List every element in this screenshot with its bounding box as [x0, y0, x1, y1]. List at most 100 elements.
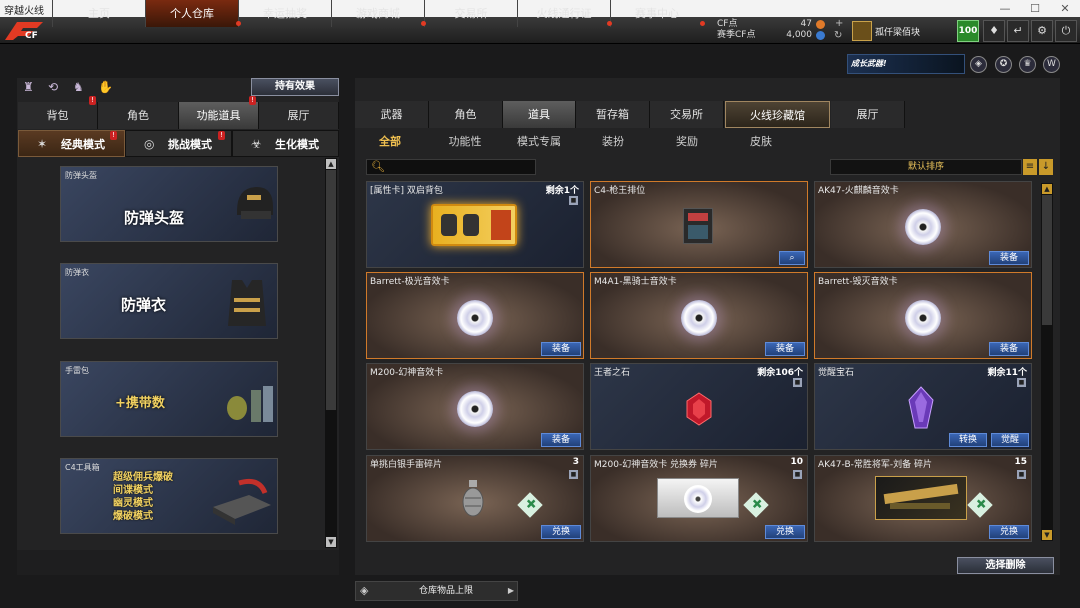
notification-dot: [607, 21, 612, 26]
nav-tab-exchange[interactable]: 交易所: [424, 0, 517, 27]
voucher-ticket-icon: [657, 478, 739, 518]
scroll-up-arrow-icon[interactable]: ▲: [1042, 184, 1052, 194]
tab-items[interactable]: 道具: [503, 101, 576, 128]
refresh-icon[interactable]: ↻: [834, 30, 842, 41]
pose-icon[interactable]: ♞: [73, 80, 87, 94]
cf-points-label: CF点: [717, 19, 738, 29]
chevron-right-icon: ▶: [507, 586, 514, 595]
tab-showroom[interactable]: 展厅: [259, 102, 339, 129]
subtab-cosmetic[interactable]: 装扮: [580, 131, 646, 153]
select-delete-button[interactable]: 选择删除: [957, 557, 1054, 574]
maximize-button[interactable]: ☐: [1020, 0, 1050, 17]
item-name: C4-枪王排位: [594, 186, 646, 196]
mode-challenge[interactable]: ◎ 挑战模式: [125, 130, 232, 157]
gear-icon[interactable]: ⚙: [1031, 20, 1053, 42]
minimize-button[interactable]: —: [990, 0, 1020, 17]
power-icon[interactable]: ⏻: [1055, 20, 1077, 42]
sort-select[interactable]: 默认排序: [830, 159, 1022, 175]
scroll-thumb[interactable]: [326, 170, 336, 410]
tab-gallery[interactable]: 展厅: [831, 101, 905, 128]
item-card[interactable]: Barrett-极光音效卡 装备: [366, 272, 584, 359]
item-card[interactable]: M200-幻神音效卡 兑换券 碎片 10 ■ ✚ 兑换: [590, 455, 808, 542]
function-card-grenade-pack[interactable]: 手雷包 +携带数: [60, 361, 278, 437]
search-input[interactable]: 🔍︎: [366, 159, 536, 175]
storage-limit-bar[interactable]: ◈ 仓库物品上限 ▶: [355, 581, 518, 601]
item-card[interactable]: C4-枪王排位 ⌕: [590, 181, 808, 268]
c4-bomb-icon: [683, 208, 713, 244]
event-points-label: 赛季CF点: [717, 30, 756, 40]
item-card[interactable]: Barrett-毁灭音效卡 装备: [814, 272, 1032, 359]
scroll-thumb[interactable]: [1042, 195, 1052, 325]
awaken-button[interactable]: 觉醒: [991, 433, 1029, 447]
subtab-skin[interactable]: 皮肤: [728, 131, 794, 153]
character-icon[interactable]: ♜: [23, 80, 37, 94]
subtab-mode-exclusive[interactable]: 模式专属: [506, 131, 572, 153]
return-icon[interactable]: ↵: [1007, 20, 1029, 42]
subtab-reward[interactable]: 奖励: [654, 131, 720, 153]
nav-tab-home[interactable]: 主页: [52, 0, 145, 27]
nav-tab-battle-pass[interactable]: 火线通行证: [517, 0, 610, 27]
tab-backpack[interactable]: 背包: [18, 102, 98, 129]
subtab-all[interactable]: 全部: [357, 131, 423, 153]
mode-classic[interactable]: ✶ 经典模式: [18, 130, 125, 157]
close-window-button[interactable]: ✕: [1050, 0, 1080, 17]
function-card-vest[interactable]: 防弹衣 防弹衣: [60, 263, 278, 339]
tab-roles[interactable]: 角色: [429, 101, 503, 128]
hand-icon[interactable]: ✋: [98, 80, 113, 94]
nav-tab-warehouse[interactable]: 个人仓库: [145, 0, 238, 27]
badge-icon-2[interactable]: ✪: [995, 56, 1012, 73]
magnify-icon[interactable]: ⌕: [779, 251, 805, 265]
item-card[interactable]: AK47-火麒麟音效卡 装备: [814, 181, 1032, 268]
redeem-button[interactable]: 兑换: [989, 525, 1029, 539]
equip-button[interactable]: 装备: [541, 433, 581, 447]
equip-button[interactable]: 装备: [541, 342, 581, 356]
scroll-up-arrow-icon[interactable]: ▲: [326, 159, 336, 169]
badge-icon-3[interactable]: ♛: [1019, 56, 1036, 73]
equip-button[interactable]: 装备: [989, 251, 1029, 265]
right-scrollbar[interactable]: ▲ ▼: [1041, 183, 1053, 541]
scroll-down-arrow-icon[interactable]: ▼: [1042, 530, 1052, 540]
equip-button[interactable]: 装备: [765, 342, 805, 356]
badge-icon-4[interactable]: W: [1043, 56, 1060, 73]
sort-direction-icon[interactable]: ↓: [1039, 159, 1053, 175]
badge-icon-1[interactable]: ◈: [970, 56, 987, 73]
item-card[interactable]: 觉醒宝石 剩余11个 ■ 转换 觉醒: [814, 363, 1032, 450]
lock-icon: ■: [793, 378, 802, 387]
tab-temp-storage[interactable]: 暂存箱: [576, 101, 650, 128]
tab-function-items[interactable]: 功能道具: [179, 102, 259, 129]
tab-weapons[interactable]: 武器: [355, 101, 429, 128]
item-card[interactable]: 单挑白银手雷碎片 3 ■ ✚ 兑换: [366, 455, 584, 542]
shield-icon[interactable]: ♦: [983, 20, 1005, 42]
item-card[interactable]: M4A1-黑骑士音效卡 装备: [590, 272, 808, 359]
nav-tab-shop[interactable]: 游戏商城: [331, 0, 424, 27]
function-card-c4-toolbox[interactable]: C4工具箱 超级佣兵爆破 间谍模式 幽灵模式 爆破模式: [60, 458, 278, 534]
add-points-icon[interactable]: +: [835, 18, 843, 29]
redeem-button[interactable]: 兑换: [541, 525, 581, 539]
tab-collection-museum[interactable]: 火线珍藏馆: [725, 101, 830, 128]
item-card[interactable]: [属性卡] 双启背包 剩余1个 ■: [366, 181, 584, 268]
rotate-icon[interactable]: ⟲: [48, 80, 62, 94]
item-card[interactable]: 王者之石 剩余106个 ■: [590, 363, 808, 450]
nav-tab-events[interactable]: 赛事中心: [610, 0, 703, 27]
list-view-icon[interactable]: ≡: [1023, 159, 1037, 175]
left-scrollbar[interactable]: ▲ ▼: [325, 158, 337, 548]
redeem-button[interactable]: 兑换: [765, 525, 805, 539]
item-card[interactable]: AK47-B-常胜将军-刘备 碎片 15 ■ ✚ 兑换: [814, 455, 1032, 542]
mode-biochem[interactable]: ☣ 生化模式: [232, 130, 339, 157]
subtab-functional[interactable]: 功能性: [432, 131, 498, 153]
sound-card-disc-icon: [905, 299, 941, 336]
hold-effect-button[interactable]: 持有效果: [251, 78, 339, 96]
tab-character[interactable]: 角色: [98, 102, 179, 129]
growth-weapon-banner[interactable]: 成长武器!: [847, 54, 965, 74]
item-quantity: 15: [1014, 457, 1027, 467]
equip-button[interactable]: 装备: [989, 342, 1029, 356]
scroll-down-arrow-icon[interactable]: ▼: [326, 537, 336, 547]
tab-trade[interactable]: 交易所: [650, 101, 724, 128]
cf-logo[interactable]: CF: [3, 18, 49, 44]
function-card-helmet[interactable]: 防弹头盔 防弹头盔: [60, 166, 278, 242]
item-card[interactable]: M200-幻神音效卡 装备: [366, 363, 584, 450]
nav-tab-lottery[interactable]: 幸运抽奖: [238, 0, 331, 27]
convert-button[interactable]: 转换: [949, 433, 987, 447]
biohazard-icon: ☣: [251, 137, 262, 151]
rank-badge-icon: [852, 21, 872, 41]
